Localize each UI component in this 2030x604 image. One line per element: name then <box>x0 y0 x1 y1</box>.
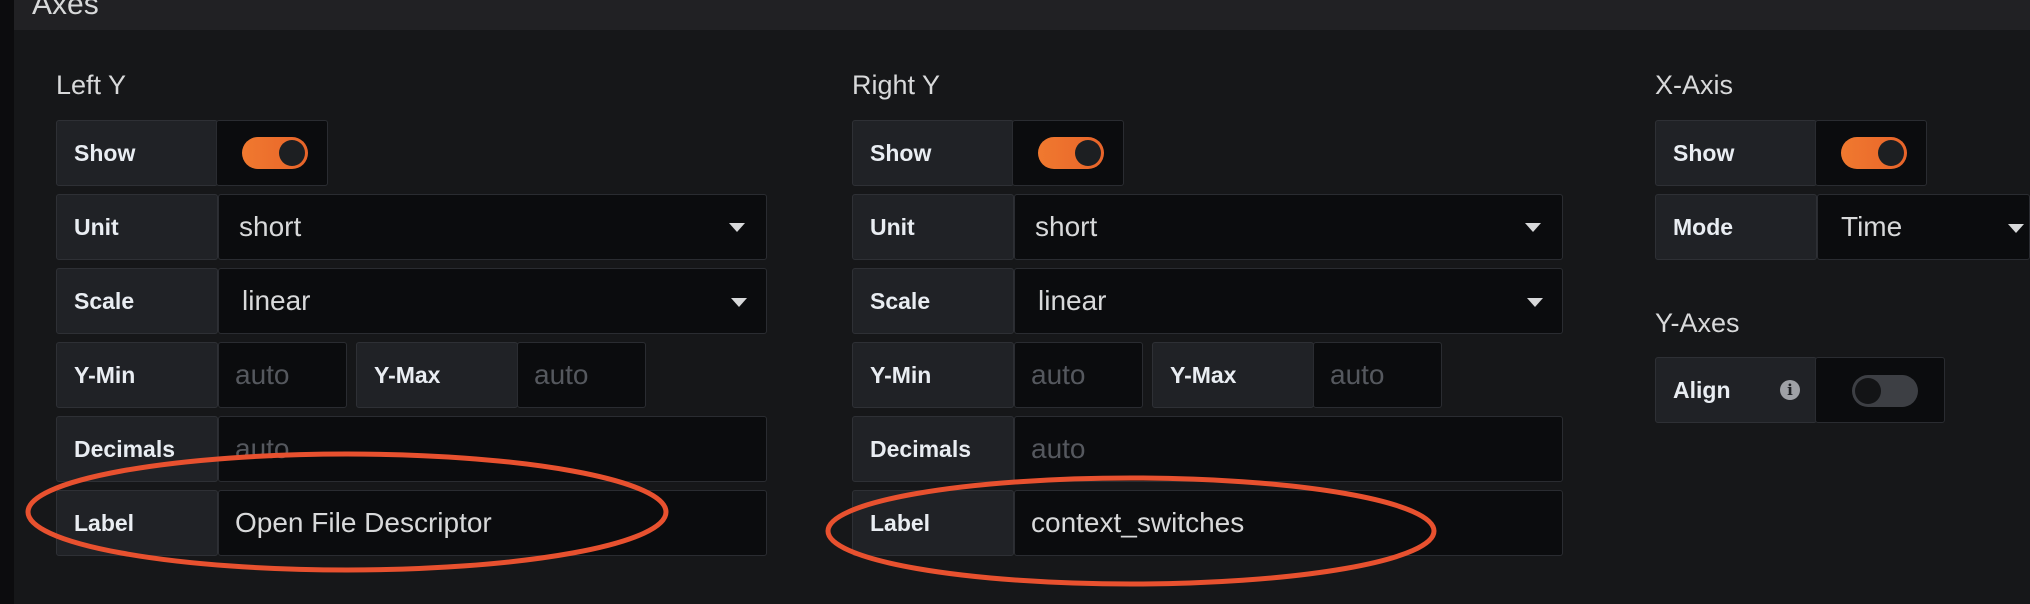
left-y-ymax-input[interactable]: auto <box>517 342 646 408</box>
left-y-show-toggle-box[interactable] <box>216 120 328 186</box>
toggle-knob <box>279 140 305 166</box>
right-y-label-label: Label <box>852 490 1014 556</box>
x-axis-mode-select[interactable]: Time <box>1817 194 2030 260</box>
x-axis-title: X-Axis <box>1655 70 1734 100</box>
right-y-decimals-label: Decimals <box>852 416 1014 482</box>
right-y-ymax-input[interactable]: auto <box>1313 342 1442 408</box>
caret-down-icon <box>2008 224 2024 233</box>
caret-down-icon <box>729 223 745 232</box>
y-axes-align-label-text: Align <box>1673 376 1731 403</box>
section-header-bar <box>14 0 2030 30</box>
x-axis-show-label: Show <box>1655 120 1817 186</box>
left-y-ymin-placeholder: auto <box>235 359 290 390</box>
left-y-show-toggle[interactable] <box>242 137 308 169</box>
left-y-scale-value: linear <box>242 285 311 316</box>
y-axes-align-toggle[interactable] <box>1852 375 1918 407</box>
right-y-label-input[interactable]: context_switches <box>1014 490 1563 556</box>
right-y-show-toggle-box[interactable] <box>1012 120 1124 186</box>
left-y-show-label: Show <box>56 120 218 186</box>
toggle-knob <box>1855 378 1881 404</box>
right-y-show-toggle[interactable] <box>1038 137 1104 169</box>
x-axis-mode-value: Time <box>1841 211 1903 242</box>
right-y-decimals-input[interactable]: auto <box>1014 416 1563 482</box>
right-y-ymax-placeholder: auto <box>1330 359 1385 390</box>
left-y-ymin-label: Y-Min <box>56 342 218 408</box>
toggle-knob <box>1075 140 1101 166</box>
left-y-unit-value: short <box>239 211 302 242</box>
caret-down-icon <box>1525 223 1541 232</box>
x-axis-mode-label: Mode <box>1655 194 1817 260</box>
right-y-decimals-placeholder: auto <box>1031 433 1086 464</box>
toggle-knob <box>1878 140 1904 166</box>
left-y-ymin-input[interactable]: auto <box>218 342 347 408</box>
right-y-scale-label: Scale <box>852 268 1014 334</box>
right-y-show-label: Show <box>852 120 1014 186</box>
y-axes-title: Y-Axes <box>1655 308 1740 338</box>
left-y-ymax-label: Y-Max <box>356 342 518 408</box>
right-y-ymin-label: Y-Min <box>852 342 1014 408</box>
right-y-ymin-placeholder: auto <box>1031 359 1086 390</box>
left-y-decimals-placeholder: auto <box>235 433 290 464</box>
left-y-unit-label: Unit <box>56 194 218 260</box>
left-y-title: Left Y <box>56 70 127 100</box>
x-axis-show-toggle-box[interactable] <box>1815 120 1927 186</box>
left-y-scale-select[interactable]: linear <box>218 268 767 334</box>
left-y-decimals-label: Decimals <box>56 416 218 482</box>
left-y-ymax-placeholder: auto <box>534 359 589 390</box>
section-header-title: Axes <box>32 0 99 21</box>
right-y-scale-select[interactable]: linear <box>1014 268 1563 334</box>
right-y-unit-select[interactable]: short <box>1014 194 1563 260</box>
right-y-unit-value: short <box>1035 211 1098 242</box>
info-icon[interactable]: i <box>1780 380 1800 400</box>
left-y-label-label: Label <box>56 490 218 556</box>
left-y-label-value: Open File Descriptor <box>235 507 492 538</box>
right-y-title: Right Y <box>852 70 941 100</box>
right-y-ymax-label: Y-Max <box>1152 342 1314 408</box>
right-y-label-value: context_switches <box>1031 507 1245 538</box>
y-axes-align-toggle-box[interactable] <box>1815 357 1945 423</box>
right-y-unit-label: Unit <box>852 194 1014 260</box>
left-y-unit-select[interactable]: short <box>218 194 767 260</box>
sidebar-strip <box>0 0 14 604</box>
x-axis-show-toggle[interactable] <box>1841 137 1907 169</box>
right-y-scale-value: linear <box>1038 285 1107 316</box>
caret-down-icon <box>1527 298 1543 307</box>
left-y-decimals-input[interactable]: auto <box>218 416 767 482</box>
left-y-label-input[interactable]: Open File Descriptor <box>218 490 767 556</box>
right-y-ymin-input[interactable]: auto <box>1014 342 1143 408</box>
left-y-scale-label: Scale <box>56 268 218 334</box>
caret-down-icon <box>731 298 747 307</box>
